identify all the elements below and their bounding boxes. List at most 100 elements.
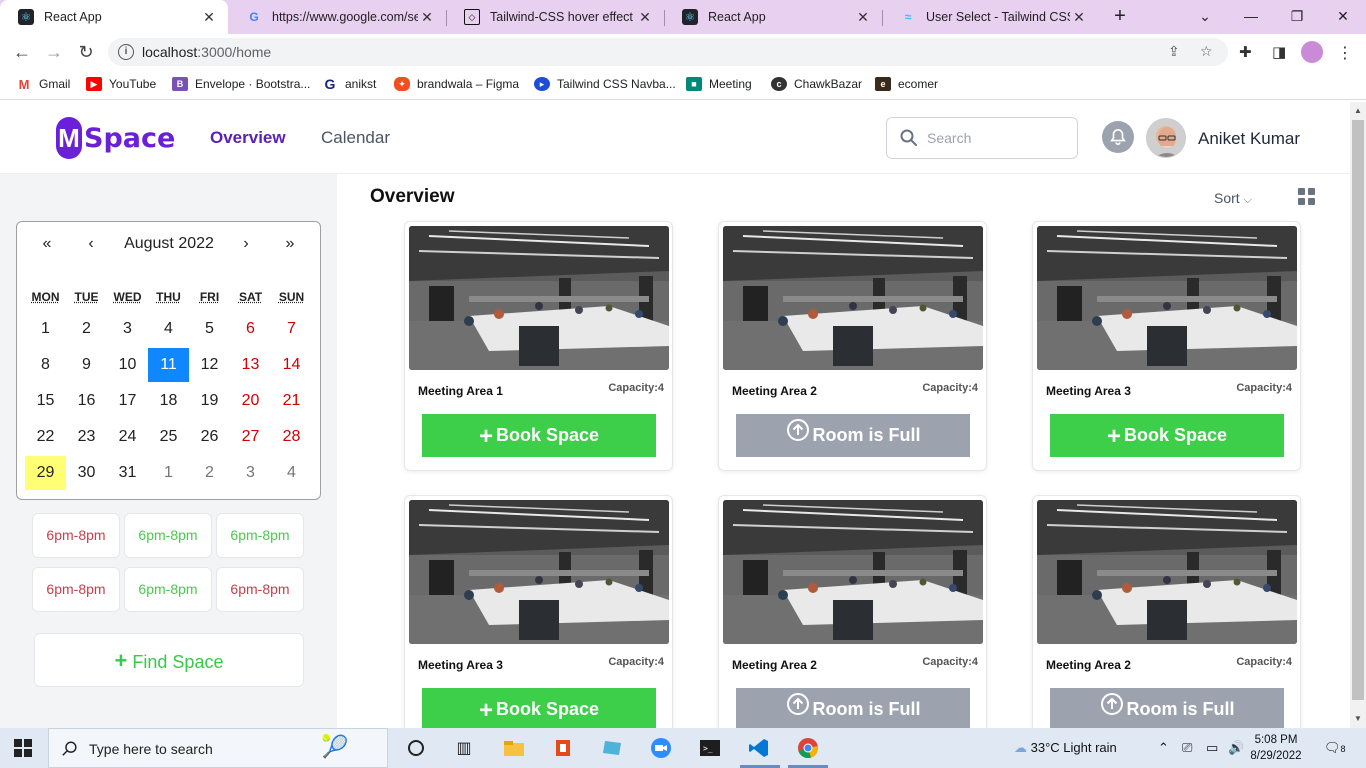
- bookmark-tailwind-navbar[interactable]: ▸ Tailwind CSS Navba...: [534, 77, 676, 91]
- bookmark-anikst[interactable]: Ganikst: [322, 76, 377, 92]
- calendar-day[interactable]: 26: [189, 420, 230, 454]
- browser-menu-icon[interactable]: ⋮: [1337, 43, 1353, 63]
- user-name[interactable]: Aniket Kumar: [1198, 129, 1300, 149]
- calendar-day[interactable]: 4: [271, 456, 312, 490]
- bookmark-meeting[interactable]: ■ Meeting: [686, 77, 752, 91]
- calendar-day[interactable]: 3: [107, 312, 148, 346]
- calendar-day[interactable]: 21: [271, 384, 312, 418]
- tab-react-app-2[interactable]: ⚛ React App ✕: [664, 0, 882, 34]
- windows-start-icon[interactable]: [14, 739, 32, 757]
- browser-profile-avatar[interactable]: [1301, 41, 1323, 63]
- book-space-button[interactable]: + Book Space: [422, 414, 656, 457]
- bookmark-bootstrap[interactable]: B Envelope · Bootstra...: [172, 77, 310, 91]
- time-slot-button[interactable]: 6pm-8pm: [216, 567, 304, 612]
- calendar-day[interactable]: 19: [189, 384, 230, 418]
- bookmark-ecomer[interactable]: e ecomer: [875, 77, 938, 91]
- close-window-button[interactable]: ✕: [1320, 0, 1366, 34]
- bookmark-gmail[interactable]: M Gmail: [16, 77, 71, 92]
- scroll-up-arrow-icon[interactable]: ▲: [1350, 106, 1366, 115]
- search-input[interactable]: [927, 128, 1067, 148]
- find-space-button[interactable]: + Find Space: [34, 633, 304, 687]
- tray-chevron-icon[interactable]: ⌃: [1158, 740, 1169, 756]
- calendar-day[interactable]: 1: [148, 456, 189, 490]
- calendar-day[interactable]: 7: [271, 312, 312, 346]
- battery-icon[interactable]: ▭: [1206, 740, 1218, 756]
- bookmark-figma[interactable]: ✦ brandwala – Figma: [394, 77, 519, 91]
- new-tab-button[interactable]: +: [1108, 5, 1132, 29]
- calendar-day[interactable]: 10: [107, 348, 148, 382]
- tab-react-app-1[interactable]: ⚛ React App ✕: [0, 0, 228, 34]
- calendar-day[interactable]: 14: [271, 348, 312, 382]
- time-slot-button[interactable]: 6pm-8pm: [32, 513, 120, 558]
- calendar-day[interactable]: 29: [25, 456, 66, 490]
- calendar-month-label[interactable]: August 2022: [111, 235, 227, 253]
- calendar-day[interactable]: 31: [107, 456, 148, 490]
- cortana-icon[interactable]: [402, 734, 430, 762]
- room-full-button[interactable]: Room is Full: [736, 688, 970, 731]
- meet-now-icon[interactable]: ⎚: [1182, 740, 1192, 756]
- address-bar[interactable]: i localhost:3000/home ⇪ ☆: [108, 38, 1228, 66]
- weather-widget[interactable]: ☁ 33°C Light rain: [1014, 740, 1117, 756]
- tab-search-chevron-icon[interactable]: ⌄: [1182, 0, 1228, 34]
- book-space-button[interactable]: + Book Space: [1050, 414, 1284, 457]
- calendar-day[interactable]: 18: [148, 384, 189, 418]
- office-icon[interactable]: [549, 734, 577, 762]
- sort-dropdown[interactable]: Sort ⌵: [1214, 190, 1252, 207]
- calendar-day[interactable]: 3: [230, 456, 271, 490]
- zoom-icon[interactable]: [647, 734, 675, 762]
- terminal-icon[interactable]: >_: [696, 734, 724, 762]
- close-tab-icon[interactable]: ✕: [1070, 9, 1088, 26]
- vscode-icon[interactable]: [745, 734, 773, 762]
- user-avatar[interactable]: [1146, 118, 1186, 158]
- calendar-day[interactable]: 15: [25, 384, 66, 418]
- calendar-day[interactable]: 9: [66, 348, 107, 382]
- file-explorer-icon[interactable]: [500, 734, 528, 762]
- calendar-day[interactable]: 17: [107, 384, 148, 418]
- nav-calendar[interactable]: Calendar: [321, 128, 390, 148]
- extensions-icon[interactable]: ✚: [1239, 43, 1252, 61]
- book-space-button[interactable]: + Book Space: [422, 688, 656, 731]
- calendar-day[interactable]: 8: [25, 348, 66, 382]
- task-view-icon[interactable]: ▥: [450, 734, 478, 762]
- calendar-day[interactable]: 13: [230, 348, 271, 382]
- calendar-day[interactable]: 12: [189, 348, 230, 382]
- bookmark-star-icon[interactable]: ☆: [1200, 43, 1213, 60]
- calendar-day[interactable]: 22: [25, 420, 66, 454]
- forward-button[interactable]: →: [41, 39, 67, 65]
- calendar-day[interactable]: 23: [66, 420, 107, 454]
- time-slot-button[interactable]: 6pm-8pm: [124, 513, 212, 558]
- chrome-icon[interactable]: [794, 734, 822, 762]
- tab-user-select[interactable]: ≈ User Select - Tailwind CSS ✕: [882, 0, 1098, 34]
- share-icon[interactable]: ⇪: [1168, 43, 1180, 60]
- scroll-down-arrow-icon[interactable]: ▼: [1350, 714, 1366, 723]
- calendar-day[interactable]: 20: [230, 384, 271, 418]
- prev-year-button[interactable]: «: [35, 235, 59, 253]
- notification-center-icon[interactable]: 🗨8: [1324, 740, 1346, 756]
- calendar-day[interactable]: 28: [271, 420, 312, 454]
- taskbar-search-box[interactable]: Type here to search 🎾: [48, 728, 388, 768]
- notification-button[interactable]: [1102, 121, 1134, 153]
- restore-button[interactable]: ❐: [1274, 0, 1320, 34]
- prev-month-button[interactable]: ‹: [79, 235, 103, 253]
- calendar-day[interactable]: 27: [230, 420, 271, 454]
- calendar-day[interactable]: 24: [107, 420, 148, 454]
- tab-google[interactable]: G https://www.google.com/sea ✕: [228, 0, 446, 34]
- room-full-button[interactable]: Room is Full: [736, 414, 970, 457]
- taskbar-clock[interactable]: 5:08 PM 8/29/2022: [1246, 732, 1306, 764]
- calendar-day[interactable]: 11: [148, 348, 189, 382]
- time-slot-button[interactable]: 6pm-8pm: [216, 513, 304, 558]
- volume-icon[interactable]: 🔊: [1228, 740, 1244, 756]
- time-slot-button[interactable]: 6pm-8pm: [124, 567, 212, 612]
- next-year-button[interactable]: »: [278, 235, 302, 253]
- close-tab-icon[interactable]: ✕: [636, 9, 654, 26]
- bookmark-chawkbazar[interactable]: c ChawkBazar: [771, 77, 862, 91]
- site-info-icon[interactable]: i: [118, 44, 134, 60]
- scrollbar-thumb[interactable]: [1352, 120, 1364, 700]
- next-month-button[interactable]: ›: [234, 235, 258, 253]
- calendar-day[interactable]: 6: [230, 312, 271, 346]
- whiteboard-icon[interactable]: [598, 734, 626, 762]
- side-panel-icon[interactable]: ◨: [1272, 43, 1286, 61]
- page-scrollbar[interactable]: ▲ ▼: [1350, 102, 1366, 728]
- calendar-day[interactable]: 30: [66, 456, 107, 490]
- calendar-day[interactable]: 2: [66, 312, 107, 346]
